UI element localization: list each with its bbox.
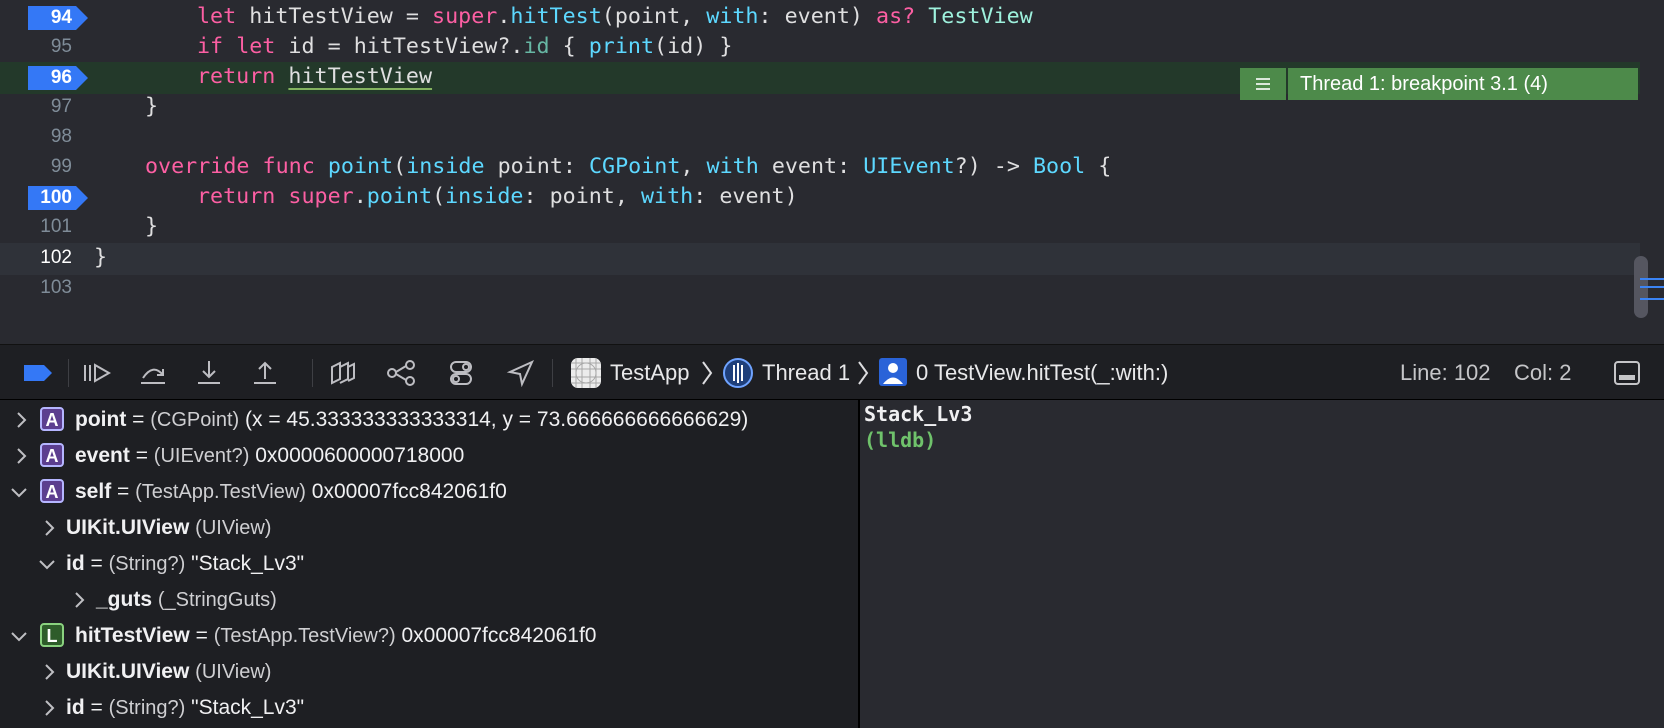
step-into-icon[interactable]: [194, 359, 226, 387]
chevron-right-icon[interactable]: [12, 402, 32, 438]
simulate-location-icon[interactable]: [506, 359, 538, 388]
line-number: 101: [40, 216, 72, 237]
breakpoints-toggle-icon[interactable]: [22, 359, 54, 387]
variable-text: id = (String?) "Stack_Lv3": [66, 552, 305, 575]
view-hierarchy-icon[interactable]: [328, 359, 360, 387]
variable-text: point = (CGPoint) (x = 45.33333333333331…: [75, 408, 749, 431]
argument-badge: A: [40, 407, 64, 431]
memory-graph-icon[interactable]: [386, 359, 418, 387]
column-indicator: Col: 2: [1514, 360, 1572, 385]
code-line-103[interactable]: 103: [0, 273, 1640, 305]
code-text: let hitTestView = super.hitTest(point, w…: [197, 4, 1033, 29]
thread-annotation-label: Thread 1: breakpoint 3.1 (4): [1288, 68, 1638, 100]
thread-annotation-banner[interactable]: Thread 1: breakpoint 3.1 (4): [1240, 68, 1638, 100]
line-number: 95: [50, 36, 72, 57]
variable-text: id = (String?) "Stack_Lv3": [66, 696, 305, 719]
line-number: 96: [50, 67, 72, 88]
variables-view[interactable]: A point = (CGPoint) (x = 45.333333333333…: [0, 400, 858, 728]
scroll-marker: [1640, 298, 1664, 300]
continue-icon[interactable]: [82, 359, 114, 387]
chevron-down-icon[interactable]: [36, 546, 56, 582]
lldb-console[interactable]: Stack_Lv3 (lldb): [860, 400, 1664, 728]
code-line-102[interactable]: 102 }: [0, 243, 1640, 275]
console-output: Stack_Lv3: [864, 402, 973, 426]
variable-row[interactable]: A event = (UIEvent?) 0x0000600000718000: [0, 438, 858, 474]
chevron-right-icon[interactable]: [70, 582, 90, 618]
chevron-down-icon[interactable]: [8, 474, 28, 510]
thread-icon: [722, 357, 754, 388]
stack-frame-icon: [878, 357, 910, 386]
variable-text: event = (UIEvent?) 0x0000600000718000: [75, 444, 465, 467]
code-text: override func point(inside point: CGPoin…: [145, 154, 1112, 179]
chevron-right-icon[interactable]: [40, 654, 60, 690]
chevron-right-icon[interactable]: [40, 510, 60, 546]
list-icon[interactable]: [1240, 68, 1286, 100]
code-text: if let id = hitTestView?.id { print(id) …: [197, 34, 733, 59]
breadcrumb-frame[interactable]: 0 TestView.hitTest(_:with:): [916, 353, 1168, 393]
toolbar-separator: [68, 359, 69, 387]
environment-overrides-icon[interactable]: [446, 359, 478, 387]
code-line-99[interactable]: 99 override func point(inside point: CGP…: [0, 152, 1640, 184]
variable-row[interactable]: UIKit.UIView (UIView): [0, 510, 858, 546]
variable-row[interactable]: id = (String?) "Stack_Lv3": [0, 690, 858, 726]
lldb-prompt: (lldb): [864, 428, 937, 452]
code-line-101[interactable]: 101 }: [0, 212, 1640, 244]
variable-row[interactable]: A self = (TestApp.TestView) 0x00007fcc84…: [0, 474, 858, 510]
variable-text: self = (TestApp.TestView) 0x00007fcc8420…: [75, 480, 507, 503]
variable-text: hitTestView = (TestApp.TestView?) 0x0000…: [75, 624, 597, 647]
code-line-100[interactable]: 100 return super.point(inside: point, wi…: [0, 182, 1640, 214]
step-over-icon[interactable]: [138, 359, 170, 387]
chevron-right-icon[interactable]: [40, 690, 60, 726]
argument-badge: A: [40, 479, 64, 503]
chevron-right-icon[interactable]: [12, 438, 32, 474]
hide-debug-area-icon[interactable]: [1612, 359, 1642, 387]
scroll-marker: [1640, 278, 1664, 280]
toolbar-separator: [312, 359, 313, 387]
line-number: 98: [50, 126, 72, 147]
variable-row[interactable]: UIKit.UIView (UIView): [0, 654, 858, 690]
variable-text: UIKit.UIView (UIView): [66, 516, 272, 539]
line-number: 102: [40, 247, 72, 268]
breakpoint-marker[interactable]: 94: [26, 4, 90, 32]
line-number: 94: [50, 7, 72, 28]
toolbar-separator: [552, 359, 553, 387]
step-out-icon[interactable]: [250, 359, 282, 387]
code-text: return hitTestView: [197, 64, 433, 89]
line-number: 100: [40, 187, 72, 208]
variable-row[interactable]: id = (String?) "Stack_Lv3": [0, 546, 858, 582]
chevron-right-icon: [856, 359, 870, 387]
code-line-94[interactable]: 94 let hitTestView = super.hitTest(point…: [0, 2, 1640, 34]
code-line-98[interactable]: 98: [0, 122, 1640, 154]
line-indicator: Line: 102: [1400, 360, 1491, 385]
variable-row[interactable]: _guts (_StringGuts): [0, 582, 858, 618]
code-text: }: [145, 94, 159, 119]
variable-text: _guts (_StringGuts): [96, 588, 277, 611]
chevron-right-icon: [700, 359, 714, 387]
code-text: }: [94, 245, 108, 270]
debug-bar: TestApp Thread 1 0 TestView.hitTest(_:wi…: [0, 344, 1664, 400]
app-icon: [570, 357, 602, 388]
code-line-95[interactable]: 95 if let id = hitTestView?.id { print(i…: [0, 32, 1640, 64]
variable-text: UIKit.UIView (UIView): [66, 660, 272, 683]
scroll-marker: [1640, 286, 1664, 288]
variable-row[interactable]: L hitTestView = (TestApp.TestView?) 0x00…: [0, 618, 858, 654]
variable-row[interactable]: A point = (CGPoint) (x = 45.333333333333…: [0, 402, 858, 438]
source-editor[interactable]: 94 let hitTestView = super.hitTest(point…: [0, 0, 1664, 344]
chevron-down-icon[interactable]: [8, 618, 28, 654]
line-number: 103: [40, 277, 72, 298]
breakpoint-marker[interactable]: 100: [26, 184, 90, 212]
breakpoint-marker[interactable]: 96: [26, 64, 90, 92]
line-number: 97: [50, 96, 72, 117]
code-text: }: [145, 214, 159, 239]
code-text: return super.point(inside: point, with: …: [197, 184, 798, 209]
argument-badge: A: [40, 443, 64, 467]
local-badge: L: [40, 623, 64, 647]
breadcrumb-app[interactable]: TestApp: [610, 353, 690, 393]
line-number: 99: [50, 156, 72, 177]
breadcrumb-thread[interactable]: Thread 1: [762, 353, 850, 393]
